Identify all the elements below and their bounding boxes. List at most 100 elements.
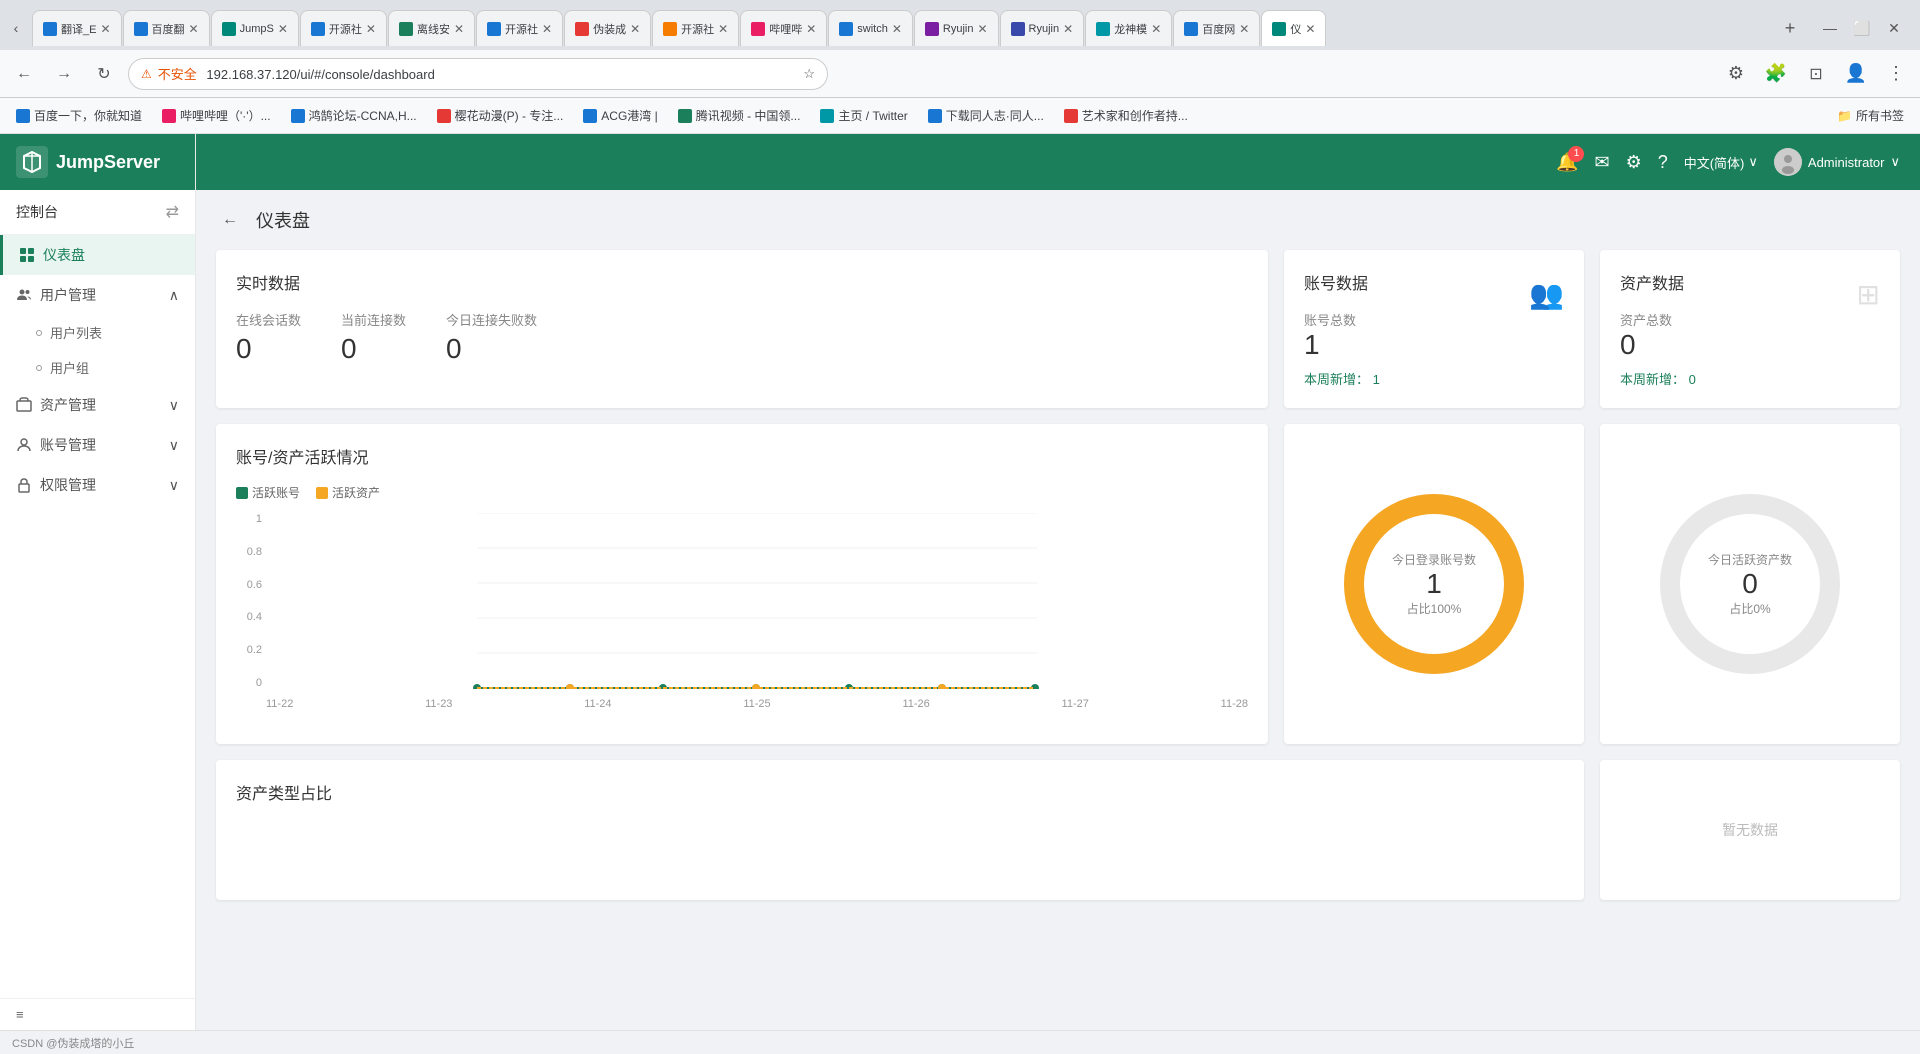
bookmark-item[interactable]: 主页 / Twitter	[812, 105, 915, 126]
tab-favicon	[839, 22, 853, 36]
bookmark-label: 鸿鹄论坛-CCNA,H...	[309, 107, 417, 124]
tab-close-icon[interactable]: ✕	[977, 22, 987, 36]
tab-label: 伪装成	[593, 21, 626, 37]
sidebar-item-user-group[interactable]: 用户组	[0, 350, 195, 385]
notification-icon[interactable]: 🔔 1	[1556, 152, 1578, 173]
maximize-button[interactable]: ⬜	[1848, 14, 1876, 42]
browser-tab-t10[interactable]: switch ✕	[828, 10, 913, 46]
settings-icon[interactable]: ⚙	[1626, 152, 1642, 173]
back-to-previous[interactable]: ←	[216, 206, 244, 234]
control-title: 控制台	[16, 202, 58, 222]
bookmark-item[interactable]: 腾讯视频 - 中国领...	[670, 105, 809, 126]
sidebar-toggle[interactable]: ⊡	[1800, 58, 1832, 90]
browser-tab-t7[interactable]: 伪装成 ✕	[564, 10, 651, 46]
bookmark-star-icon[interactable]: ☆	[803, 66, 815, 82]
sidebar-footer-button[interactable]: ≡	[16, 1007, 179, 1022]
current-connections-label: 当前连接数	[341, 310, 406, 329]
sidebar-footer: ≡	[0, 998, 195, 1030]
tab-label: 百度网	[1202, 21, 1235, 37]
language-button[interactable]: 中文(简体) ∨	[1684, 153, 1758, 172]
tab-close-icon[interactable]: ✕	[366, 22, 376, 36]
bookmark-item[interactable]: 艺术家和创作者持...	[1056, 105, 1196, 126]
sidebar-item-asset-mgmt[interactable]: 资产管理 ∨	[0, 385, 195, 425]
sidebar-item-dashboard[interactable]: 仪表盘	[0, 235, 195, 275]
bookmark-favicon	[437, 109, 451, 123]
tab-close-icon[interactable]: ✕	[806, 22, 816, 36]
bookmark-item[interactable]: 百度一下，你就知道	[8, 105, 150, 126]
tab-close-icon[interactable]: ✕	[542, 22, 552, 36]
account-mgmt-chevron: ∨	[169, 437, 179, 454]
tab-close-icon[interactable]: ✕	[1305, 22, 1315, 36]
bookmark-label: 樱花动漫(P) - 专注...	[455, 107, 564, 124]
tab-back-nav[interactable]: ‹	[14, 20, 19, 36]
browser-tab-t1[interactable]: 翻译_E ✕	[32, 10, 122, 46]
bookmark-item[interactable]: ACG港湾 |	[575, 105, 665, 126]
bookmark-favicon	[678, 109, 692, 123]
app-container: JumpServer 控制台 ⇄ 仪表盘	[0, 134, 1920, 1030]
activity-chart-title: 账号/资产活跃情况	[236, 444, 1248, 468]
browser-tab-t5[interactable]: 离线安 ✕	[388, 10, 475, 46]
tab-close-icon[interactable]: ✕	[1239, 22, 1249, 36]
tab-close-icon[interactable]: ✕	[100, 22, 110, 36]
bookmarks-bar: 百度一下，你就知道 哔哩哔哩（'·'）... 鸿鹄论坛-CCNA,H... 樱花…	[0, 98, 1920, 134]
y-label-1: 1	[236, 513, 262, 525]
tab-label: 仪	[1290, 21, 1301, 37]
tab-close-icon[interactable]: ✕	[278, 22, 288, 36]
bottom-row: 资产类型占比 暂无数据	[216, 760, 1900, 900]
message-icon[interactable]: ✉	[1594, 152, 1609, 173]
browser-tab-t12[interactable]: Ryujin ✕	[1000, 10, 1085, 46]
browser-tab-t13[interactable]: 龙神模 ✕	[1085, 10, 1172, 46]
sidebar-item-perm-mgmt[interactable]: 权限管理 ∨	[0, 465, 195, 505]
menu-button[interactable]: ⋮	[1880, 58, 1912, 90]
browser-tab-t3[interactable]: JumpS ✕	[211, 10, 299, 46]
legend-account: 活跃账号	[236, 484, 300, 501]
url-bar[interactable]: ⚠ 不安全 192.168.37.120/ui/#/console/dashbo…	[128, 58, 828, 90]
bookmark-favicon	[291, 109, 305, 123]
tab-close-icon[interactable]: ✕	[718, 22, 728, 36]
tab-close-icon[interactable]: ✕	[630, 22, 640, 36]
browser-tab-t6[interactable]: 开源社 ✕	[476, 10, 563, 46]
browser-tab-t4[interactable]: 开源社 ✕	[300, 10, 387, 46]
y-label-06: 0.6	[236, 579, 262, 591]
close-button[interactable]: ✕	[1880, 14, 1908, 42]
asset-donut-center: 今日活跃资产数 0 占比0%	[1708, 551, 1792, 617]
tab-close-icon[interactable]: ✕	[1151, 22, 1161, 36]
notification-badge: 1	[1568, 146, 1584, 162]
legend-account-label: 活跃账号	[252, 484, 300, 501]
help-icon[interactable]: ?	[1658, 152, 1668, 173]
tab-close-icon[interactable]: ✕	[189, 22, 199, 36]
new-tab-button[interactable]: +	[1776, 14, 1804, 42]
sidebar-item-user-list[interactable]: 用户列表	[0, 315, 195, 350]
tab-close-icon[interactable]: ✕	[892, 22, 902, 36]
bookmark-item[interactable]: 鸿鹄论坛-CCNA,H...	[283, 105, 425, 126]
tab-close-icon[interactable]: ✕	[454, 22, 464, 36]
tab-favicon	[1011, 22, 1025, 36]
browser-tab-t9[interactable]: 哔哩哔 ✕	[740, 10, 827, 46]
chart-container: 0 0.2 0.4 0.6 0.8 1	[236, 513, 1248, 713]
refresh-button[interactable]: ↻	[88, 58, 120, 90]
extensions-icon[interactable]: 🧩	[1760, 58, 1792, 90]
sidebar-item-account-mgmt[interactable]: 账号管理 ∨	[0, 425, 195, 465]
bookmark-label: 艺术家和创作者持...	[1082, 107, 1188, 124]
bookmark-item[interactable]: 下载同人志·同人...	[920, 105, 1052, 126]
tab-favicon	[487, 22, 501, 36]
user-menu-button[interactable]: Administrator ∨	[1774, 148, 1900, 176]
browser-tab-t15[interactable]: 仪 ✕	[1261, 10, 1326, 46]
sidebar-item-user-mgmt[interactable]: 用户管理 ∧	[0, 275, 195, 315]
tab-close-icon[interactable]: ✕	[1063, 22, 1073, 36]
forward-button[interactable]: →	[48, 58, 80, 90]
bookmark-item[interactable]: 樱花动漫(P) - 专注...	[429, 105, 572, 126]
browser-tab-t2[interactable]: 百度翻 ✕	[123, 10, 210, 46]
browser-tab-t11[interactable]: Ryujin ✕	[914, 10, 999, 46]
top-stats-row: 实时数据 在线会话数 0 当前连接数 0 今日连接失败数 0	[216, 250, 1900, 408]
minimize-button[interactable]: —	[1816, 14, 1844, 42]
browser-tab-t14[interactable]: 百度网 ✕	[1173, 10, 1260, 46]
user-profile-btn[interactable]: 👤	[1840, 58, 1872, 90]
all-bookmarks-button[interactable]: 📁所有书签	[1829, 105, 1912, 126]
bookmark-item[interactable]: 哔哩哔哩（'·'）...	[154, 105, 279, 126]
asset-total-value: 0	[1620, 329, 1696, 361]
browser-tab-t8[interactable]: 开源社 ✕	[652, 10, 739, 46]
sidebar-collapse-icon[interactable]: ⇄	[166, 202, 179, 222]
profile-icon[interactable]: ⚙	[1720, 58, 1752, 90]
back-button[interactable]: ←	[8, 58, 40, 90]
